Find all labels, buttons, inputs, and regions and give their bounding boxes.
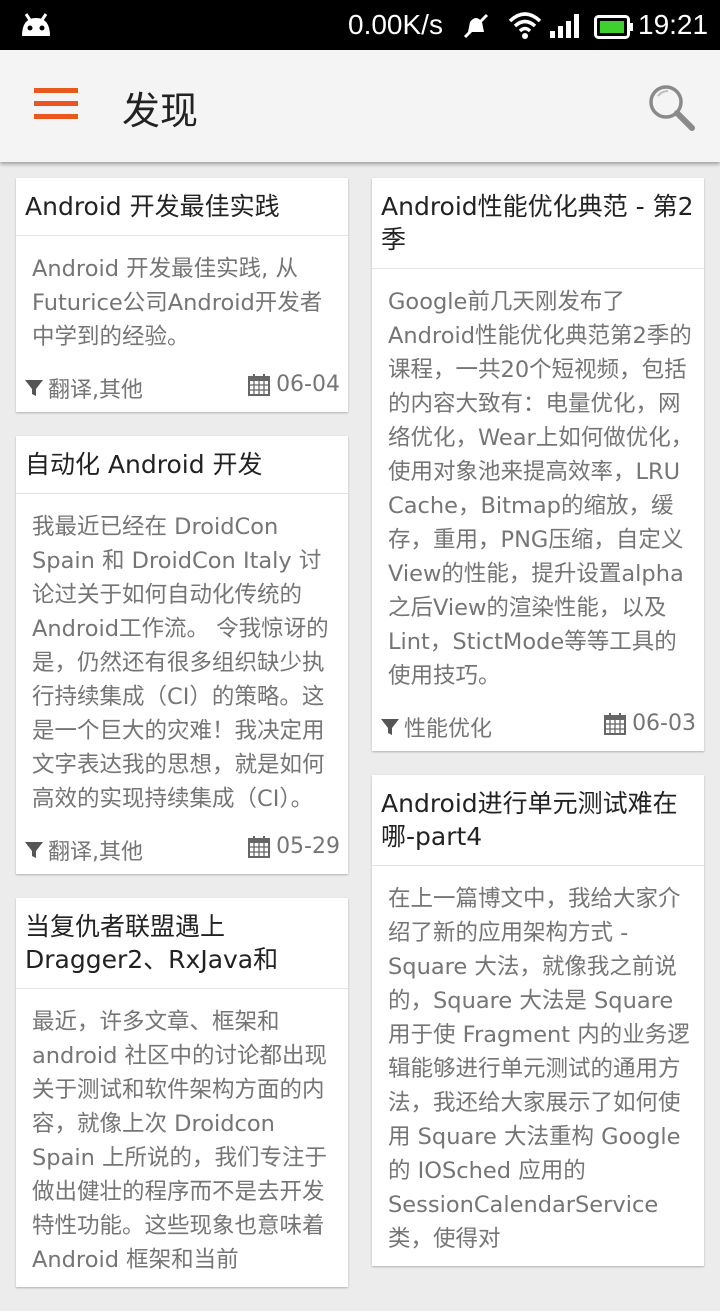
mute-icon [462, 12, 490, 47]
menu-button[interactable] [34, 88, 78, 122]
article-title: 自动化 Android 开发 [16, 436, 348, 494]
article-footer: 翻译,其他 06-04 [16, 364, 348, 412]
article-card[interactable]: Android性能优化典范 - 第2季 Google前几天刚发布了Android… [372, 178, 704, 751]
right-column: Android性能优化典范 - 第2季 Google前几天刚发布了Android… [372, 178, 704, 1290]
article-tags: 翻译,其他 [48, 378, 143, 403]
signal-strength-icon [548, 11, 584, 46]
calendar-icon [248, 373, 271, 396]
article-summary: 最近，许多文章、框架和android 社区中的讨论都出现关于测试和软件架构方面的… [32, 1009, 328, 1273]
article-date: 06-03 [632, 711, 696, 736]
calendar-icon [248, 835, 271, 858]
article-card[interactable]: Android进行单元测试难在哪-part4 在上一篇博文中，我给大家介绍了新的… [372, 775, 704, 1266]
article-card[interactable]: 当复仇者联盟遇上Dragger2、RxJava和 最近，许多文章、框架和andr… [16, 898, 348, 1287]
page-title: 发现 [122, 89, 199, 133]
article-title: Android性能优化典范 - 第2季 [372, 178, 704, 269]
calendar-icon [604, 712, 627, 735]
network-speed: 0.00K/s [348, 9, 443, 40]
filter-icon [25, 842, 43, 858]
android-notification-icon [18, 10, 54, 45]
article-summary: 我最近已经在 DroidCon Spain 和 DroidCon Italy 讨… [32, 514, 329, 812]
article-card[interactable]: 自动化 Android 开发 我最近已经在 DroidCon Spain 和 D… [16, 436, 348, 874]
filter-icon [25, 380, 43, 396]
article-footer: 性能优化 06-03 [372, 703, 704, 751]
clock: 19:21 [638, 9, 709, 40]
search-button[interactable] [646, 82, 698, 134]
article-card[interactable]: Android 开发最佳实践 Android 开发最佳实践, 从 Futuric… [16, 178, 348, 412]
status-bar: 0.00K/s 19:21 [0, 0, 720, 50]
article-title: 当复仇者联盟遇上Dragger2、RxJava和 [16, 898, 348, 989]
article-summary: Google前几天刚发布了Android性能优化典范第2季的课程，一共20个短视… [388, 289, 694, 689]
article-summary: Android 开发最佳实践, 从 Futurice公司Android开发者中学… [32, 256, 323, 350]
hamburger-icon [34, 88, 78, 93]
article-footer: 翻译,其他 05-29 [16, 826, 348, 874]
battery-icon [594, 14, 634, 46]
article-title: Android 开发最佳实践 [16, 178, 348, 236]
article-date: 05-29 [276, 834, 340, 859]
search-icon [649, 85, 695, 131]
left-column: Android 开发最佳实践 Android 开发最佳实践, 从 Futuric… [16, 178, 348, 1311]
article-date: 06-04 [276, 372, 340, 397]
article-title: Android进行单元测试难在哪-part4 [372, 775, 704, 866]
article-summary: 在上一篇博文中，我给大家介绍了新的应用架构方式 - Square 大法，就像我之… [388, 886, 690, 1252]
app-bar: 发现 [0, 50, 720, 162]
filter-icon [381, 719, 399, 735]
wifi-icon [508, 11, 542, 46]
article-tags: 性能优化 [404, 717, 493, 742]
article-tags: 翻译,其他 [48, 840, 143, 865]
